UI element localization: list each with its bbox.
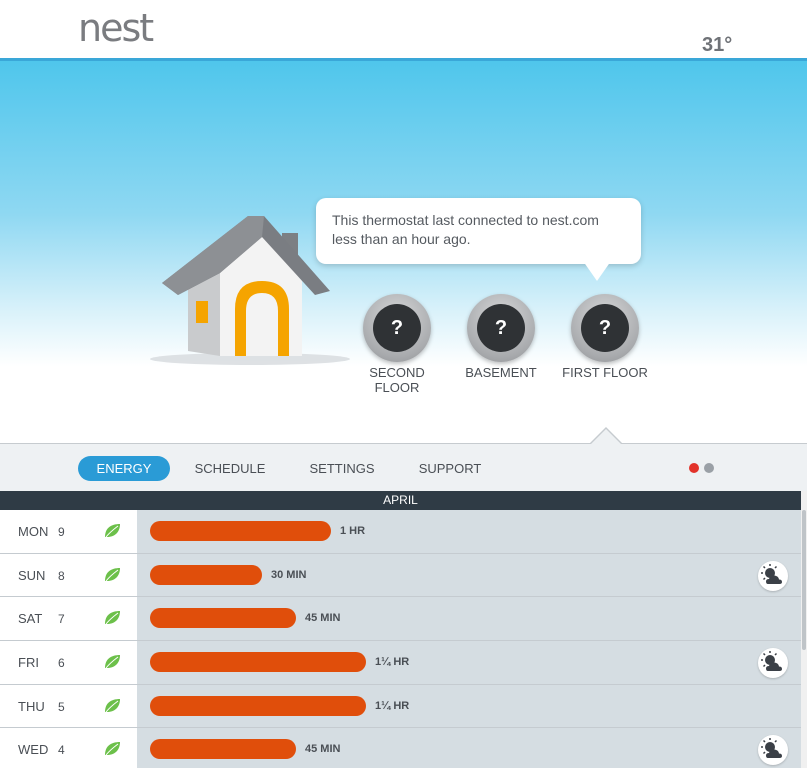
tab-schedule[interactable]: SCHEDULE <box>186 456 274 481</box>
usage-bar <box>150 608 296 629</box>
usage-duration-label: 1¼ HR <box>375 699 410 712</box>
leaf-icon <box>105 742 120 756</box>
day-label: MON <box>18 524 49 539</box>
bubble-tail <box>583 261 611 281</box>
thermostat-dial: ? <box>363 294 431 362</box>
thermostat-display: ? <box>477 304 525 352</box>
usage-bar <box>150 521 331 541</box>
usage-duration-label: 45 MIN <box>305 612 341 625</box>
thermostat-label: FIRST FLOOR <box>555 365 655 380</box>
leaf-icon <box>105 698 120 713</box>
usage-bar <box>150 652 366 673</box>
energy-row[interactable]: WED 4 45 MIN <box>0 728 801 768</box>
partly-cloudy-icon[interactable] <box>758 560 788 591</box>
thermostat-display: ? <box>373 304 421 352</box>
energy-row-usage-cell: 1¼ HR <box>137 641 801 684</box>
energy-row-usage-cell: 45 MIN <box>137 597 801 641</box>
usage-duration-label: 45 MIN <box>305 743 341 756</box>
page-dot[interactable] <box>704 463 714 473</box>
energy-row[interactable]: FRI 6 1¼ HR <box>0 641 801 685</box>
thermostat-dial: ? <box>467 294 535 362</box>
thermostat-label: SECOND FLOOR <box>347 365 447 395</box>
date-label: 5 <box>58 699 65 714</box>
page-dot-active[interactable] <box>689 463 699 473</box>
tab-support[interactable]: SUPPORT <box>408 456 492 481</box>
usage-duration-label: 30 MIN <box>271 568 307 581</box>
partly-cloudy-icon[interactable] <box>758 648 788 679</box>
energy-row[interactable]: THU 5 1¼ HR <box>0 684 801 729</box>
tab-settings[interactable]: SETTINGS <box>300 456 384 481</box>
energy-row-usage-cell: 45 MIN <box>137 728 801 768</box>
thermostat-label-line: FLOOR <box>374 380 420 395</box>
date-label: 6 <box>58 656 65 671</box>
energy-row-usage-cell: 1 HR <box>137 510 801 553</box>
day-label: SUN <box>18 567 46 583</box>
day-label: THU <box>18 698 45 714</box>
nav-pointer-fill <box>591 429 621 444</box>
energy-row[interactable]: MON 9 1 HR <box>0 510 801 554</box>
day-label: SAT <box>18 611 43 627</box>
status-message: This thermostat last connected to nest.c… <box>316 198 641 264</box>
leaf-icon <box>105 524 120 538</box>
thermostat-label-line: SECOND <box>369 365 425 380</box>
tab-energy[interactable]: ENERGY <box>78 456 170 481</box>
leaf-icon <box>105 567 120 581</box>
usage-bar <box>150 564 262 585</box>
energy-row-usage-cell: 30 MIN <box>137 553 801 597</box>
energy-row-usage-cell: 1¼ HR <box>137 684 801 728</box>
main-nav: ENERGY SCHEDULE SETTINGS SUPPORT <box>0 443 807 491</box>
energy-row-day-cell: MON 9 <box>0 510 137 553</box>
energy-row[interactable]: SUN 8 30 MIN <box>0 553 801 598</box>
usage-bar <box>150 739 296 760</box>
leaf-icon <box>105 655 120 669</box>
day-label: WED <box>18 742 49 758</box>
usage-duration-label: 1¼ HR <box>375 656 410 669</box>
app-header: nest 31° <box>0 0 807 58</box>
leaf-icon <box>105 611 120 625</box>
energy-row-day-cell: FRI 6 <box>0 641 137 684</box>
nest-logo[interactable]: nest <box>78 9 154 47</box>
energy-row-day-cell: SAT 7 <box>0 597 137 641</box>
date-label: 7 <box>58 612 65 627</box>
energy-row-day-cell: SUN 8 <box>0 553 137 597</box>
thermostat-label-line: FIRST FLOOR <box>562 365 648 380</box>
date-label: 9 <box>58 525 65 539</box>
usage-bar <box>150 695 366 716</box>
date-label: 4 <box>58 743 65 758</box>
home-overview: This thermostat last connected to nest.c… <box>0 61 807 443</box>
thermostat-display: ? <box>581 304 629 352</box>
energy-row-day-cell: WED 4 <box>0 728 137 768</box>
energy-row[interactable]: SAT 7 45 MIN <box>0 597 801 642</box>
thermostat-dial: ? <box>571 294 639 362</box>
thermostat-basement[interactable]: ? BASEMENT <box>451 294 551 380</box>
scrollbar-thumb[interactable] <box>802 510 806 650</box>
energy-row-day-cell: THU 5 <box>0 684 137 728</box>
usage-duration-label: 1 HR <box>340 525 366 537</box>
thermostat-second-floor[interactable]: ? SECOND FLOOR <box>347 294 447 395</box>
day-label: FRI <box>18 655 39 671</box>
outdoor-temperature: 31° <box>702 34 733 56</box>
thermostat-first-floor[interactable]: ? FIRST FLOOR <box>555 294 655 380</box>
energy-history-list: MON 9 1 HR SUN 8 30 MIN SAT 7 45 MIN FRI 6 1¼ HR THU… <box>0 510 801 768</box>
thermostat-label-line: BASEMENT <box>465 365 537 380</box>
thermostat-label: BASEMENT <box>451 365 551 380</box>
date-label: 8 <box>58 568 65 583</box>
month-header: APRIL <box>0 491 801 510</box>
partly-cloudy-icon[interactable] <box>758 735 788 766</box>
